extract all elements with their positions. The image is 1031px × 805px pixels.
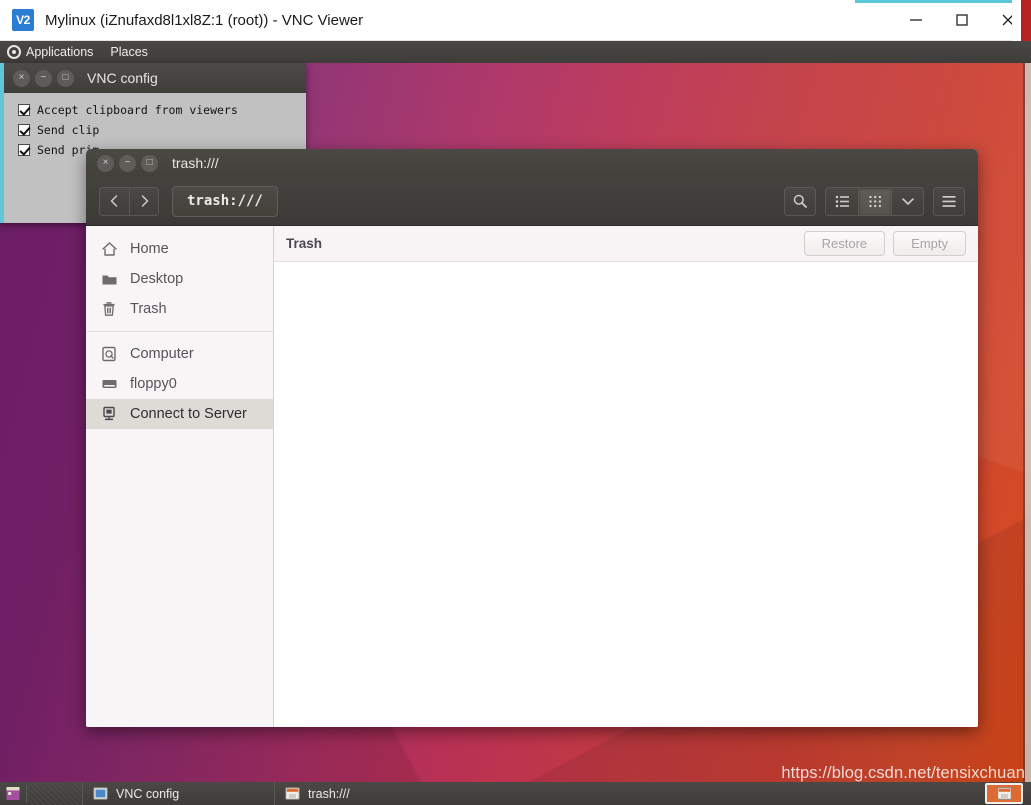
sidebar-item-label: Computer — [130, 346, 194, 362]
list-view-icon — [835, 195, 849, 207]
sidebar-item-label: Trash — [130, 301, 167, 317]
offscreen-window-sliver-edge — [1023, 63, 1025, 783]
checkbox-icon[interactable] — [18, 124, 30, 136]
places-menu[interactable]: Places — [102, 45, 157, 59]
folder-icon — [100, 272, 118, 287]
tray-window-icon — [996, 787, 1012, 800]
vnc-viewer-title: Mylinux (iZnufaxd8l1xl8Z:1 (root)) - VNC… — [45, 11, 364, 29]
file-manager-window[interactable]: × − □ trash:/// trash:/// Home Desktop T… — [86, 149, 978, 727]
sidebar-item-desktop[interactable]: Desktop — [86, 264, 273, 294]
file-manager-title: trash:/// — [172, 155, 219, 171]
sidebar-item-label: Home — [130, 241, 169, 257]
grid-view-icon — [868, 195, 881, 207]
main-menu-button[interactable] — [933, 186, 965, 216]
grid-view-button[interactable] — [858, 186, 891, 216]
show-desktop-button[interactable] — [0, 782, 26, 805]
file-manager-titlebar[interactable]: × − □ trash:/// — [86, 149, 978, 177]
applications-menu[interactable]: Applications — [26, 45, 102, 59]
sidebar-item-label: Connect to Server — [130, 406, 247, 422]
desktop-taskbar: VNC config trash:/// — [0, 782, 1031, 805]
path-bar-label: trash:/// — [187, 193, 263, 209]
screen-root: V2 Mylinux (iZnufaxd8l1xl8Z:1 (root)) - … — [0, 0, 1031, 805]
offscreen-window-sliver — [1025, 63, 1031, 783]
maximize-button[interactable] — [939, 0, 985, 41]
checkbox-label: Send clip — [37, 123, 100, 137]
taskbar-item-trash[interactable]: trash:/// — [274, 782, 466, 805]
file-manager-icon — [285, 787, 300, 800]
empty-button[interactable]: Empty — [893, 231, 966, 256]
toolbar-right-group — [784, 186, 965, 216]
file-manager-maximize-icon[interactable]: □ — [141, 154, 158, 172]
checkbox-icon[interactable] — [18, 144, 30, 156]
forward-button[interactable] — [129, 186, 159, 216]
window-edge-white — [1012, 0, 1021, 41]
taskbar-item-vnc-config[interactable]: VNC config — [82, 782, 274, 805]
sidebar-divider — [86, 331, 273, 332]
hamburger-menu-icon — [942, 195, 956, 207]
list-view-button[interactable] — [825, 186, 858, 216]
sidebar-item-label: floppy0 — [130, 376, 177, 392]
floppy-icon — [100, 377, 118, 391]
sidebar-item-trash[interactable]: Trash — [86, 294, 273, 324]
vnc-config-maximize-icon[interactable]: □ — [57, 69, 74, 87]
trash-actions: Restore Empty — [803, 231, 966, 256]
file-list-area[interactable] — [274, 262, 978, 727]
taskbar-spacer — [466, 782, 985, 805]
restore-button[interactable]: Restore — [803, 231, 886, 256]
vnc-logo-icon: V2 — [12, 9, 34, 31]
sidebar-item-connect-to-server[interactable]: Connect to Server — [86, 399, 273, 429]
file-manager-sidebar: Home Desktop Trash Computer floppy0 Conn… — [86, 226, 274, 727]
taskbar-item-label: VNC config — [116, 786, 180, 801]
file-manager-minimize-icon[interactable]: − — [119, 154, 136, 172]
checkbox-icon[interactable] — [18, 104, 30, 116]
window-edge-red — [1021, 0, 1031, 41]
window-icon — [93, 787, 108, 800]
chevron-down-icon — [901, 198, 914, 205]
view-mode-group — [825, 186, 924, 216]
desktop-top-panel: Applications Places — [0, 41, 1031, 63]
vnc-config-close-icon[interactable]: × — [13, 69, 30, 87]
sidebar-item-label: Desktop — [130, 271, 184, 287]
vnc-config-title: VNC config — [87, 70, 158, 86]
checkbox-label: Accept clipboard from viewers — [37, 103, 238, 117]
sidebar-item-floppy0[interactable]: floppy0 — [86, 369, 273, 399]
window-edge-highlight — [855, 0, 1031, 3]
minimize-button[interactable] — [893, 0, 939, 41]
vnc-config-titlebar[interactable]: × − □ VNC config — [4, 63, 306, 93]
search-button[interactable] — [784, 186, 816, 216]
computer-icon — [100, 346, 118, 362]
sidebar-item-computer[interactable]: Computer — [86, 339, 273, 369]
checkbox-row[interactable]: Send clip — [18, 120, 306, 140]
taskbar-tray — [985, 783, 1031, 804]
checkbox-row[interactable]: Accept clipboard from viewers — [18, 100, 306, 120]
view-options-button[interactable] — [891, 186, 924, 216]
file-manager-content: Trash Restore Empty — [274, 226, 978, 727]
file-manager-close-icon[interactable]: × — [97, 154, 114, 172]
vnc-window-controls — [893, 0, 1031, 41]
navigation-buttons — [99, 186, 159, 216]
file-manager-toolbar: trash:/// — [86, 177, 978, 226]
trash-header-bar: Trash Restore Empty — [274, 226, 978, 262]
trash-icon — [100, 301, 118, 317]
applications-menu-icon[interactable] — [7, 45, 21, 59]
back-button[interactable] — [99, 186, 129, 216]
tray-active-window-button[interactable] — [985, 783, 1023, 804]
search-icon — [793, 194, 807, 208]
vnc-viewer-titlebar: V2 Mylinux (iZnufaxd8l1xl8Z:1 (root)) - … — [0, 0, 1031, 41]
sidebar-item-home[interactable]: Home — [86, 234, 273, 264]
show-desktop-icon — [6, 787, 20, 800]
taskbar-item-label: trash:/// — [308, 786, 350, 801]
path-bar[interactable]: trash:/// — [172, 185, 278, 217]
remote-desktop-canvas[interactable]: Applications Places × − □ VNC config Acc… — [0, 41, 1031, 805]
file-manager-main: Home Desktop Trash Computer floppy0 Conn… — [86, 226, 978, 727]
taskbar-drag-handle[interactable] — [27, 782, 82, 805]
vnc-config-minimize-icon[interactable]: − — [35, 69, 52, 87]
server-icon — [100, 406, 118, 422]
home-icon — [100, 241, 118, 257]
content-title: Trash — [286, 236, 323, 251]
